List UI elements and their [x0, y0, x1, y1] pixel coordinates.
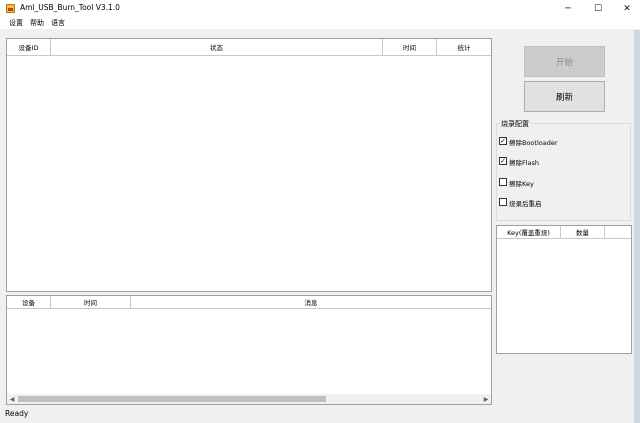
column-stats[interactable]: 统计	[437, 39, 491, 55]
column-time[interactable]: 时间	[383, 39, 437, 55]
minimize-button[interactable]: ─	[553, 0, 583, 17]
erase-key-label: 擦除Key	[509, 180, 534, 188]
scroll-right-icon[interactable]: ▶	[481, 394, 491, 404]
erase-flash-checkbox[interactable]: ✓	[499, 157, 507, 165]
reboot-after-burn-checkbox[interactable]	[499, 198, 507, 206]
column-message[interactable]: 消息	[131, 296, 491, 308]
log-table-header: 设备 时间 消息	[7, 296, 491, 309]
refresh-button[interactable]: 刷新	[524, 81, 605, 112]
key-table-header: Key(覆盖重烧) 数量	[497, 226, 631, 239]
column-count[interactable]: 数量	[561, 226, 605, 238]
column-device[interactable]: 设备	[7, 296, 51, 308]
column-status[interactable]: 状态	[51, 39, 383, 55]
reboot-after-burn-label: 烧录后重启	[509, 200, 542, 208]
menu-help[interactable]: 帮助	[30, 18, 44, 28]
window-edge	[634, 30, 640, 423]
column-log-time[interactable]: 时间	[51, 296, 131, 308]
menu-settings[interactable]: 设置	[9, 18, 23, 28]
key-table[interactable]: Key(覆盖重烧) 数量	[496, 225, 632, 354]
erase-bootloader-checkbox[interactable]: ✓	[499, 137, 507, 145]
erase-flash-label: 擦除Flash	[509, 159, 540, 167]
burn-tool-icon	[6, 4, 15, 13]
burn-config-label: 烧录配置	[500, 119, 530, 129]
maximize-button[interactable]: ☐	[583, 0, 613, 17]
close-button[interactable]: ✕	[612, 0, 640, 17]
horizontal-scrollbar[interactable]: ◀ ▶	[7, 394, 491, 404]
column-key-overwrite[interactable]: Key(覆盖重烧)	[497, 226, 561, 238]
status-text: Ready	[5, 409, 29, 418]
scroll-left-icon[interactable]: ◀	[7, 394, 17, 404]
log-table[interactable]: 设备 时间 消息 ◀ ▶	[6, 295, 492, 405]
column-device-id[interactable]: 设备ID	[7, 39, 51, 55]
scrollbar-thumb[interactable]	[18, 396, 326, 402]
start-button[interactable]: 开始	[524, 46, 605, 77]
erase-key-checkbox[interactable]	[499, 178, 507, 186]
device-table-header: 设备ID 状态 时间 统计	[7, 39, 491, 56]
menu-bar	[0, 17, 640, 29]
menu-language[interactable]: 语言	[51, 18, 65, 28]
window-title: Aml_USB_Burn_Tool V3.1.0	[20, 3, 120, 12]
erase-bootloader-label: 擦除Bootloader	[509, 139, 558, 147]
device-table[interactable]: 设备ID 状态 时间 统计	[6, 38, 492, 292]
